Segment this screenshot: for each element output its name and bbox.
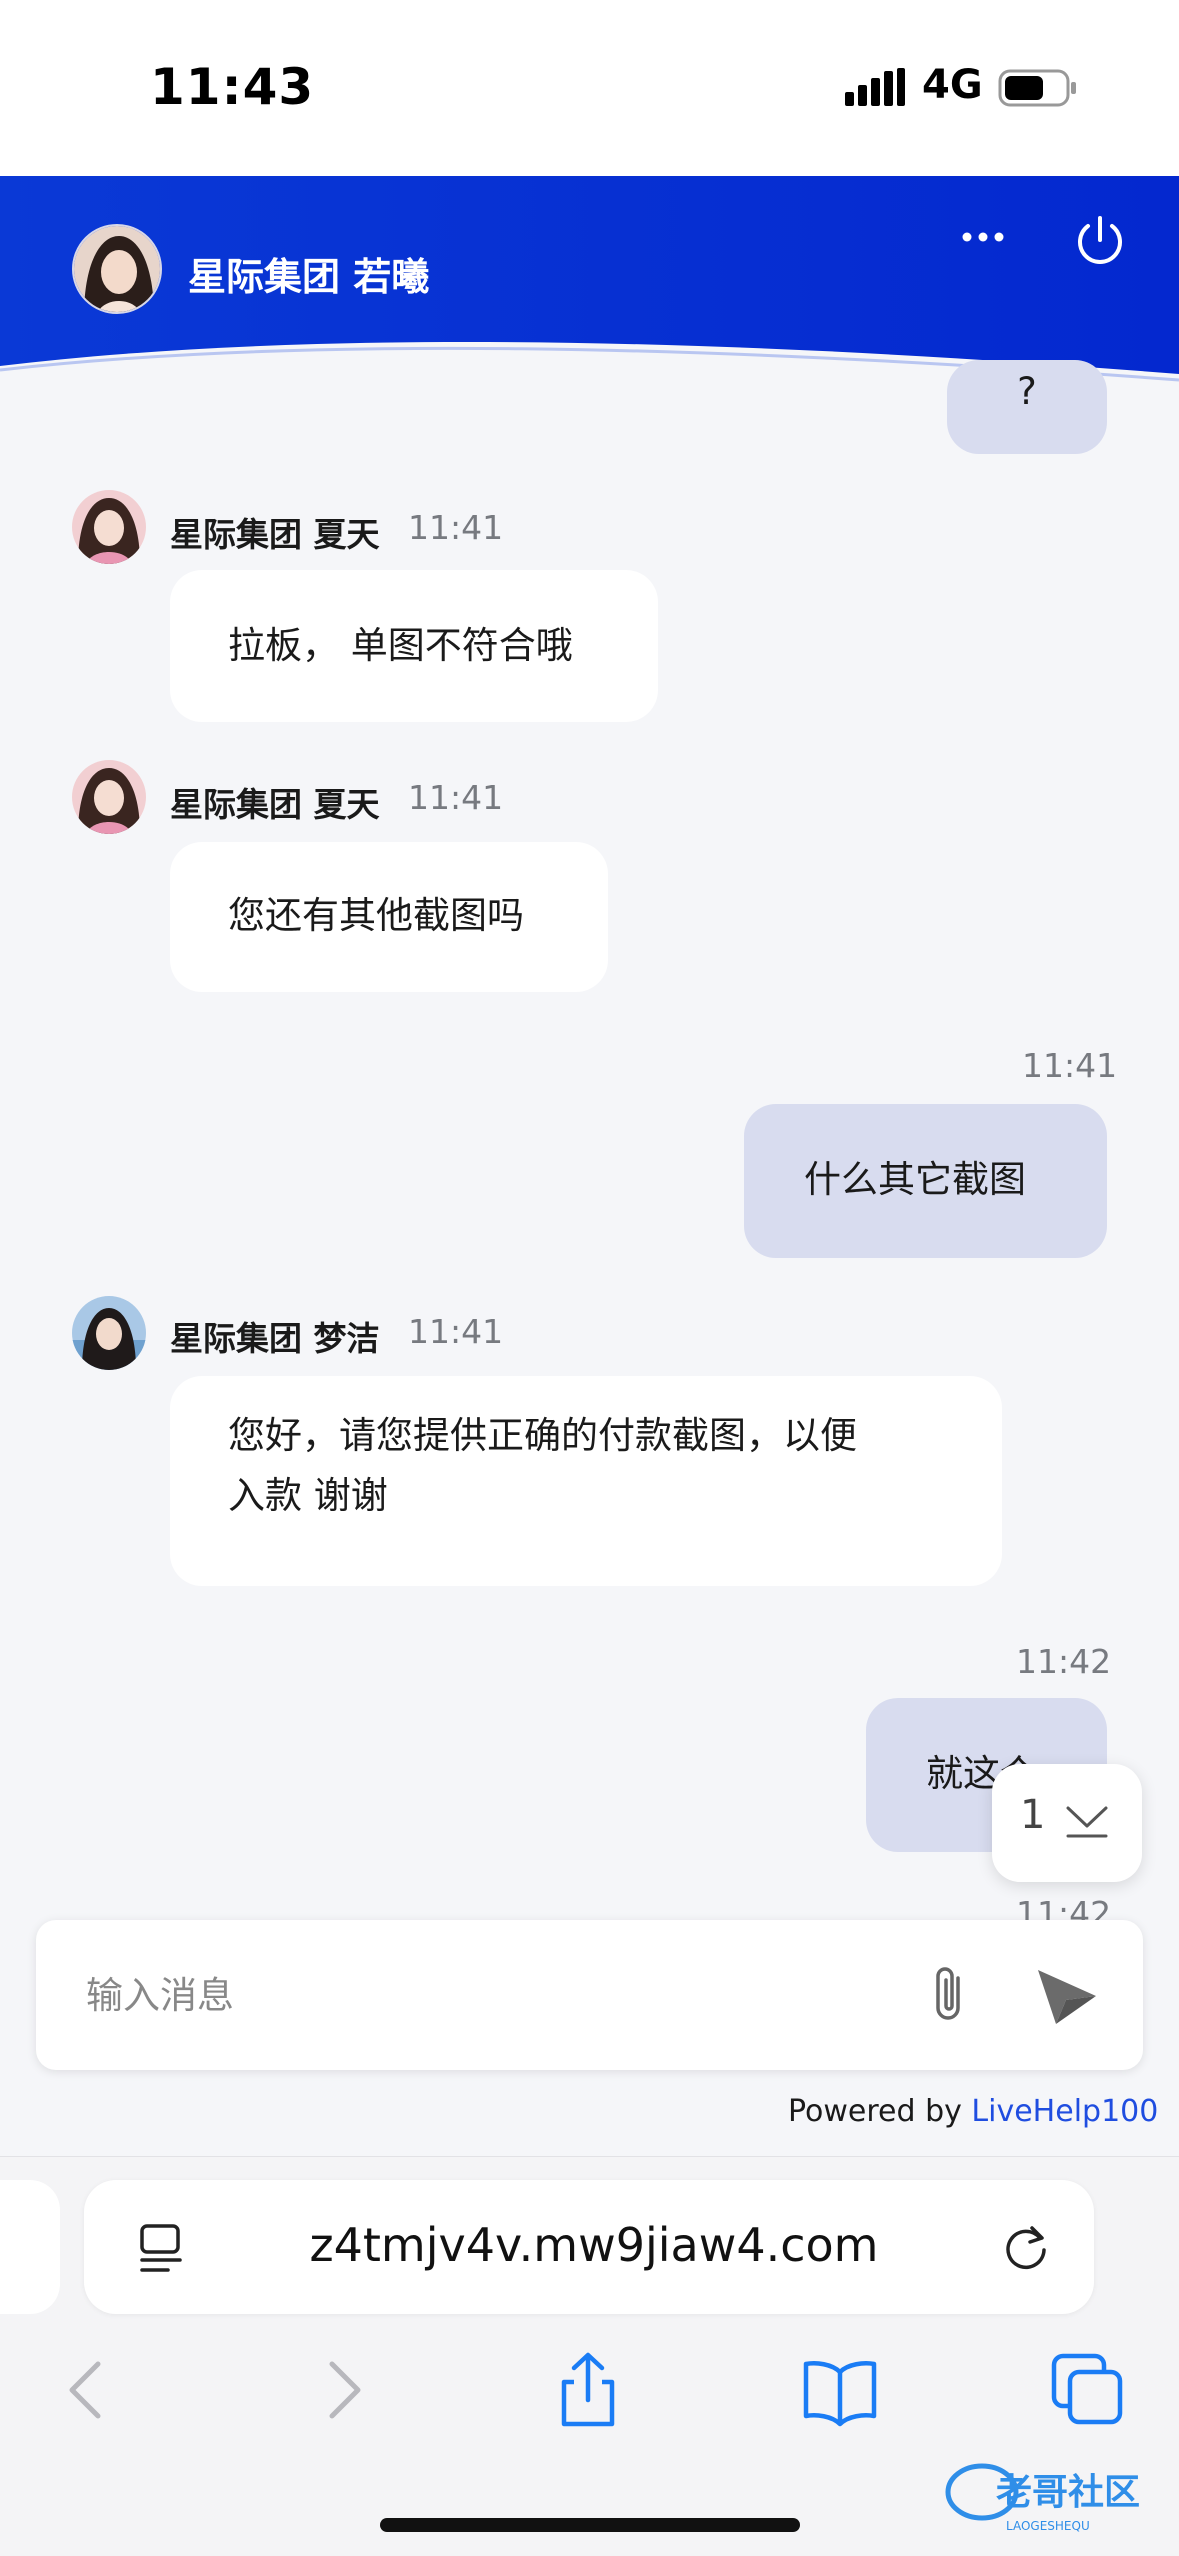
watermark-subtext: LAOGESHEQU — [1006, 2519, 1090, 2533]
status-bar: 11:43 4G — [0, 0, 1179, 176]
message-bubble-incoming: 您还有其他截图吗 — [170, 842, 608, 992]
battery-icon — [998, 69, 1076, 107]
share-icon[interactable] — [548, 2350, 628, 2430]
message-bubble-outgoing: 什么其它截图 — [744, 1104, 1107, 1258]
network-label: 4G — [922, 62, 983, 108]
message-time: 11:42 — [1016, 1642, 1112, 1681]
home-indicator — [380, 2518, 800, 2532]
back-icon[interactable] — [48, 2350, 128, 2430]
scroll-down-icon — [1066, 1806, 1108, 1838]
page-menu-icon[interactable] — [134, 2220, 190, 2276]
signal-icon — [845, 68, 905, 106]
clipped-timestamp-row: 11:42 — [0, 1890, 1179, 1920]
send-icon[interactable] — [1026, 1956, 1106, 2036]
sender-avatar — [72, 490, 146, 564]
powered-by: Powered by LiveHelp100 — [788, 2094, 1158, 2129]
message-input[interactable] — [86, 1960, 906, 2030]
sender-name: 星际集团 夏天 — [170, 785, 380, 824]
address-bar[interactable]: z4tmjv4v.mw9jiaw4.com — [84, 2180, 1094, 2314]
status-time: 11:43 — [150, 58, 315, 116]
message-text-line: 入款 谢谢 — [228, 1474, 388, 1517]
message-time: 11:41 — [408, 508, 504, 547]
message-text: ? — [1017, 370, 1037, 413]
sender-name: 星际集团 夏天 — [170, 515, 380, 554]
powered-by-link[interactable]: LiveHelp100 — [971, 2094, 1158, 2129]
watermark-logo: 老哥社区 LAOGESHEQU — [945, 2463, 1140, 2533]
message-composer — [36, 1920, 1143, 2070]
message-text: 拉板， 单图不符合哦 — [228, 624, 573, 667]
watermark-text: 老哥社区 — [996, 2472, 1140, 2513]
message-time: 11:42 — [1016, 1894, 1112, 1920]
powered-by-prefix: Powered by — [788, 2094, 972, 2129]
bookmarks-icon[interactable] — [800, 2350, 880, 2430]
url-text: z4tmjv4v.mw9jiaw4.com — [309, 2218, 879, 2272]
new-messages-badge[interactable]: 1 — [992, 1764, 1142, 1882]
message-bubble-outgoing: ? — [947, 360, 1107, 454]
header-overlay — [0, 176, 1179, 330]
forward-icon[interactable] — [302, 2350, 382, 2430]
sender-avatar — [72, 1296, 146, 1370]
message-time: 11:41 — [408, 1312, 504, 1351]
new-messages-count: 1 — [1020, 1792, 1046, 1838]
reload-icon[interactable] — [998, 2220, 1054, 2276]
message-text: 您还有其他截图吗 — [228, 894, 524, 937]
sender-avatar — [72, 760, 146, 834]
attachment-icon[interactable] — [916, 1960, 986, 2030]
sender-name: 星际集团 梦洁 — [170, 1319, 380, 1358]
tabs-icon[interactable] — [1048, 2350, 1128, 2430]
message-bubble-incoming: 您好，请您提供正确的付款截图，以便 入款 谢谢 — [170, 1376, 1002, 1586]
previous-tab-peek[interactable] — [0, 2180, 60, 2314]
message-text-line: 您好，请您提供正确的付款截图，以便 — [228, 1414, 857, 1457]
message-bubble-incoming: 拉板， 单图不符合哦 — [170, 570, 658, 722]
message-time: 11:41 — [408, 778, 504, 817]
message-text: 什么其它截图 — [804, 1158, 1026, 1201]
message-time: 11:41 — [1022, 1046, 1118, 1085]
